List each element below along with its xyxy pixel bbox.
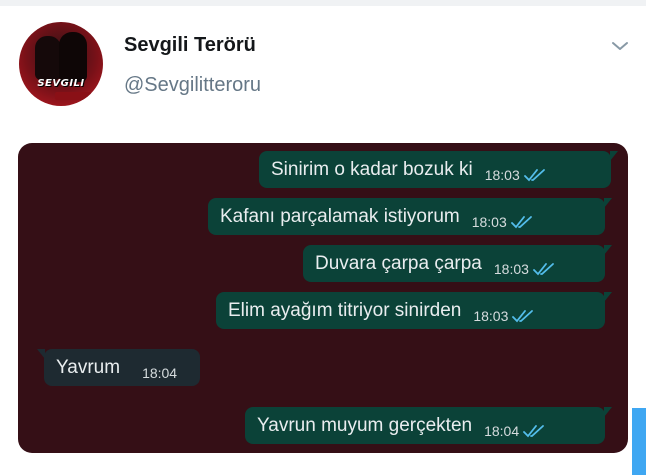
user-handle[interactable]: @Sevgilitteroru xyxy=(124,74,261,97)
scroll-indicator xyxy=(632,408,646,475)
top-border xyxy=(0,0,646,6)
message-text: Duvara çarpa çarpa xyxy=(315,252,482,274)
message-time: 18:03 xyxy=(493,260,529,277)
double-check-icon xyxy=(523,424,545,437)
display-name[interactable]: Sevgili Terörü xyxy=(124,34,256,57)
message-bubble-incoming: Yavrum 18:04 xyxy=(37,349,200,386)
avatar-figure-left xyxy=(35,36,61,80)
message-text: Elim ayağım titriyor sinirden xyxy=(228,299,462,321)
message-bubble-outgoing: Duvara çarpa çarpa 18:03 xyxy=(303,245,612,282)
chat-screenshot: Sinirim o kadar bozuk ki 18:03 Kafanı pa… xyxy=(18,143,628,453)
avatar-figure-right xyxy=(59,32,87,82)
avatar-logo: SEVGILI xyxy=(37,78,85,89)
message-text: Sinirim o kadar bozuk ki xyxy=(271,158,473,180)
message-time: 18:03 xyxy=(471,213,507,230)
message-bubble-outgoing: Elim ayağım titriyor sinirden 18:03 xyxy=(216,292,612,329)
avatar[interactable]: SEVGILI xyxy=(19,22,103,106)
message-bubble-outgoing: Yavrun muyum gerçekten 18:04 xyxy=(245,407,612,444)
double-check-icon xyxy=(512,309,534,322)
message-time: 18:04 xyxy=(142,364,178,381)
message-time: 18:03 xyxy=(473,307,509,324)
chevron-down-icon[interactable] xyxy=(608,34,632,58)
message-text: Kafanı parçalamak istiyorum xyxy=(220,205,460,227)
double-check-icon xyxy=(510,215,532,228)
message-bubble-outgoing: Kafanı parçalamak istiyorum 18:03 xyxy=(208,198,612,235)
double-check-icon xyxy=(523,168,545,181)
message-text: Yavrun muyum gerçekten xyxy=(257,414,473,436)
avatar-logo-badge xyxy=(55,92,91,100)
message-time: 18:04 xyxy=(484,422,520,439)
message-bubble-outgoing: Sinirim o kadar bozuk ki 18:03 xyxy=(259,151,618,188)
message-text: Yavrum xyxy=(56,356,121,378)
double-check-icon xyxy=(533,262,554,275)
message-time: 18:03 xyxy=(484,166,520,183)
